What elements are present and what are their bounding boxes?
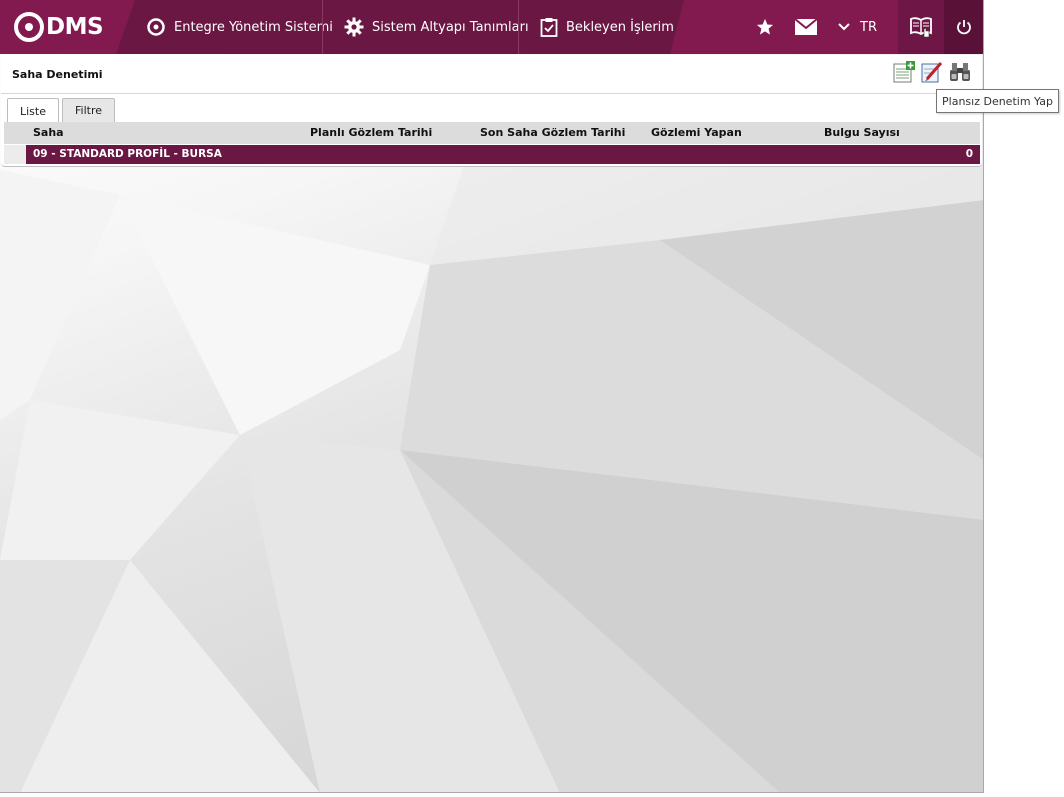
qdms-circle-icon (146, 17, 166, 37)
tooltip-text: Plansız Denetim Yap (942, 94, 1053, 108)
panel-toolbar (892, 60, 972, 84)
app-window: DMS Entegre Yönetim Sistemi Sistem Altya… (0, 0, 984, 793)
menu-label: Bekleyen İşlerim (566, 19, 674, 35)
cell-saha: 09 - STANDARD PROFİL - BURSA (33, 148, 222, 160)
gear-icon (344, 17, 364, 37)
tab-liste[interactable]: Liste (7, 98, 59, 123)
row-gutter (4, 145, 26, 164)
menu-label: Entegre Yönetim Sistemi (174, 19, 333, 35)
tab-label: Filtre (75, 104, 103, 117)
menu-label: Sistem Altyapı Tanımları (372, 19, 529, 35)
saha-grid: Saha Planlı Gözlem Tarihi Son Saha Gözle… (4, 122, 980, 166)
power-icon (944, 0, 983, 54)
edit-report-icon[interactable] (920, 60, 944, 84)
column-header-saha[interactable]: Saha (33, 122, 64, 144)
panel-divider (1, 93, 982, 94)
menu-sistem-altyapi-tanimlari[interactable]: Sistem Altyapı Tanımları (344, 0, 529, 54)
top-navigation-bar: DMS Entegre Yönetim Sistemi Sistem Altya… (0, 0, 983, 54)
column-header-son-saha-gozlem-tarihi[interactable]: Son Saha Gözlem Tarihi (480, 122, 625, 144)
book-icon (898, 0, 944, 54)
tooltip-plansiz-denetim-yap: Plansız Denetim Yap (936, 89, 1059, 113)
column-header-bulgu-sayisi[interactable]: Bulgu Sayısı (824, 122, 900, 144)
qdms-logo[interactable]: DMS (0, 0, 135, 54)
column-header-gozlemi-yapan[interactable]: Gözlemi Yapan (651, 122, 742, 144)
chevron-down-icon (838, 23, 850, 31)
table-row[interactable]: 09 - STANDARD PROFİL - BURSA 0 (26, 145, 980, 164)
panel-tabs: Liste Filtre (7, 98, 116, 123)
qdms-logo-icon (14, 12, 44, 42)
language-code: TR (860, 19, 877, 35)
binoculars-icon[interactable] (948, 60, 972, 84)
add-list-icon[interactable] (892, 60, 916, 84)
star-icon[interactable] (754, 0, 776, 54)
column-header-planli-gozlem-tarihi[interactable]: Planlı Gözlem Tarihi (310, 122, 432, 144)
saha-denetimi-panel: Saha Denetimi Liste Filtre Saha Planlı G… (1, 55, 982, 167)
clipboard-icon (540, 17, 558, 37)
tab-label: Liste (20, 104, 46, 118)
language-selector[interactable]: TR (838, 0, 877, 54)
logout-button[interactable] (944, 0, 983, 54)
menu-divider (518, 0, 519, 54)
cell-bulgu-sayisi: 0 (965, 148, 973, 160)
menu-divider (322, 0, 323, 54)
logo-text: DMS (46, 14, 104, 40)
menu-bekleyen-islerim[interactable]: Bekleyen İşlerim (540, 0, 674, 54)
help-book-button[interactable] (898, 0, 944, 54)
mail-icon[interactable] (794, 0, 818, 54)
panel-title: Saha Denetimi (12, 68, 103, 81)
tab-filtre[interactable]: Filtre (62, 98, 116, 122)
menu-entegre-yonetim-sistemi[interactable]: Entegre Yönetim Sistemi (146, 0, 333, 54)
grid-header: Saha Planlı Gözlem Tarihi Son Saha Gözle… (4, 122, 980, 144)
